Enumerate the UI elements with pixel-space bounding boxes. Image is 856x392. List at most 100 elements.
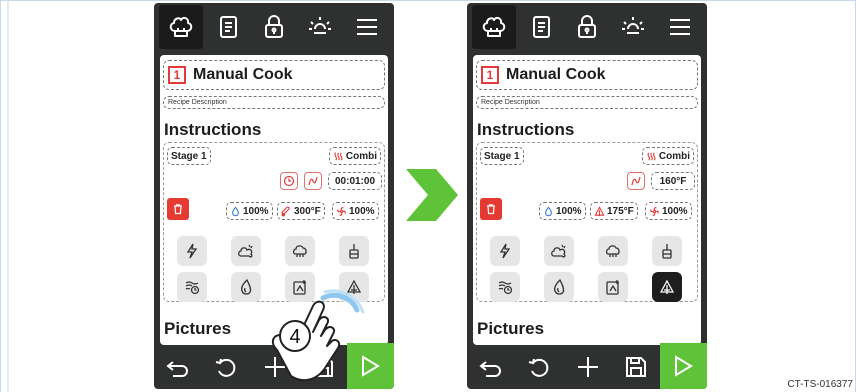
undo-icon bbox=[529, 358, 549, 377]
menu-icon bbox=[356, 19, 377, 35]
back-button[interactable] bbox=[154, 345, 202, 389]
delete-stage-button[interactable] bbox=[480, 198, 502, 220]
fan-value: 100% bbox=[349, 205, 375, 217]
drop-mode-button[interactable] bbox=[544, 272, 574, 302]
cook-mode-label: Combi bbox=[658, 150, 690, 162]
chef-hat-button[interactable] bbox=[159, 5, 204, 49]
menu-button[interactable] bbox=[345, 5, 389, 49]
smoke-timer-icon bbox=[498, 281, 513, 295]
delta-t-mode-button[interactable] bbox=[652, 272, 682, 302]
stage-chip[interactable]: Stage 1 bbox=[167, 147, 211, 165]
chef-hat-icon bbox=[482, 16, 506, 37]
humidity-drop-icon bbox=[232, 206, 239, 216]
recipe-title: Manual Cook bbox=[506, 66, 606, 83]
top-nav bbox=[467, 3, 707, 51]
timer-chip[interactable]: 00:01:00 bbox=[328, 172, 382, 190]
probe-mode-button[interactable] bbox=[339, 236, 369, 266]
menu-icon bbox=[669, 19, 690, 35]
tray-mode-button[interactable] bbox=[598, 272, 628, 302]
steam-mode-button[interactable] bbox=[544, 236, 574, 266]
undo-button[interactable] bbox=[515, 345, 563, 389]
undo-button[interactable] bbox=[202, 345, 250, 389]
humidity-chip[interactable]: 100% bbox=[539, 202, 586, 220]
humidity-value: 100% bbox=[556, 205, 582, 217]
boost-mode-button[interactable] bbox=[177, 236, 207, 266]
next-step-arrow-icon bbox=[406, 169, 458, 221]
recipe-description-field[interactable]: Recipe Description bbox=[163, 96, 385, 109]
core-temp-curve-icon bbox=[631, 176, 641, 186]
probe-mode-chip[interactable] bbox=[304, 172, 322, 190]
recipe-book-button[interactable] bbox=[519, 5, 563, 49]
roast-mode-button[interactable] bbox=[598, 236, 628, 266]
combi-icon bbox=[647, 152, 656, 160]
recipe-title-field[interactable]: 1 Manual Cook bbox=[476, 60, 698, 90]
lock-icon bbox=[577, 15, 596, 38]
core-probe-icon bbox=[349, 244, 359, 259]
recipe-number-badge: 1 bbox=[481, 66, 499, 84]
back-icon bbox=[479, 361, 502, 377]
fan-value: 100% bbox=[662, 205, 688, 217]
bottom-toolbar bbox=[467, 343, 707, 389]
roast-icon bbox=[292, 245, 307, 257]
roast-icon bbox=[605, 245, 620, 257]
tap-hand-icon: 4 bbox=[271, 289, 365, 382]
cook-mode-chip[interactable]: Combi bbox=[641, 147, 694, 165]
recipe-number-badge: 1 bbox=[168, 66, 186, 84]
core-temp-value: 160°F bbox=[659, 175, 687, 187]
drop-icon bbox=[554, 278, 565, 295]
probe-mode-chip[interactable] bbox=[627, 172, 645, 190]
steam-mode-button[interactable] bbox=[231, 236, 261, 266]
temperature-value: 175°F bbox=[607, 205, 634, 217]
smoke-timer-mode-button[interactable] bbox=[177, 272, 207, 302]
delta-temperature-chip[interactable]: 175°F bbox=[590, 202, 638, 220]
recipe-title-field[interactable]: 1 Manual Cook bbox=[163, 60, 385, 90]
recipe-title: Manual Cook bbox=[193, 66, 293, 83]
cook-mode-chip[interactable]: Combi bbox=[328, 147, 381, 165]
lock-button[interactable] bbox=[565, 5, 609, 49]
back-button[interactable] bbox=[467, 345, 515, 389]
undo-icon bbox=[216, 358, 236, 377]
smoke-timer-mode-button[interactable] bbox=[490, 272, 520, 302]
recipe-description-field[interactable]: Recipe Description bbox=[476, 96, 698, 109]
recipe-book-button[interactable] bbox=[206, 5, 250, 49]
brightness-button[interactable] bbox=[611, 5, 655, 49]
lock-icon bbox=[264, 15, 283, 38]
boost-mode-button[interactable] bbox=[490, 236, 520, 266]
drop-icon bbox=[241, 278, 252, 295]
lock-button[interactable] bbox=[252, 5, 296, 49]
stage-chip[interactable]: Stage 1 bbox=[480, 147, 524, 165]
pictures-heading: Pictures bbox=[164, 319, 232, 338]
temperature-value: 300°F bbox=[294, 205, 321, 217]
core-temp-chip[interactable]: 160°F bbox=[651, 172, 695, 190]
probe-mode-button[interactable] bbox=[652, 236, 682, 266]
fan-icon bbox=[337, 206, 346, 216]
add-to-tray-icon bbox=[606, 280, 619, 295]
roast-mode-button[interactable] bbox=[285, 236, 315, 266]
save-button[interactable] bbox=[612, 345, 660, 389]
pictures-heading: Pictures bbox=[477, 319, 545, 338]
delete-stage-button[interactable] bbox=[167, 198, 189, 220]
stage-label: Stage 1 bbox=[484, 150, 520, 162]
humidity-chip[interactable]: 100% bbox=[226, 202, 273, 220]
start-button[interactable] bbox=[659, 343, 707, 389]
stage-label: Stage 1 bbox=[171, 150, 207, 162]
recipe-editor: 1 Manual Cook Recipe Description Instruc… bbox=[473, 55, 701, 345]
step-badge: 4 bbox=[289, 326, 300, 348]
humidity-drop-icon bbox=[545, 206, 552, 216]
fan-chip[interactable]: 100% bbox=[645, 202, 692, 220]
chef-hat-icon bbox=[169, 16, 193, 37]
lightning-icon bbox=[186, 243, 198, 259]
play-icon bbox=[675, 355, 694, 377]
save-icon bbox=[625, 357, 646, 377]
lightning-icon bbox=[499, 243, 511, 259]
brightness-button[interactable] bbox=[298, 5, 342, 49]
chef-hat-button[interactable] bbox=[472, 5, 517, 49]
instructions-heading: Instructions bbox=[164, 120, 262, 139]
fan-chip[interactable]: 100% bbox=[332, 202, 379, 220]
menu-button[interactable] bbox=[658, 5, 702, 49]
temperature-chip[interactable]: 300°F bbox=[277, 202, 325, 220]
back-icon bbox=[166, 361, 189, 377]
add-button[interactable] bbox=[563, 345, 611, 389]
smoke-timer-icon bbox=[185, 281, 200, 295]
timer-mode-chip[interactable] bbox=[280, 172, 298, 190]
